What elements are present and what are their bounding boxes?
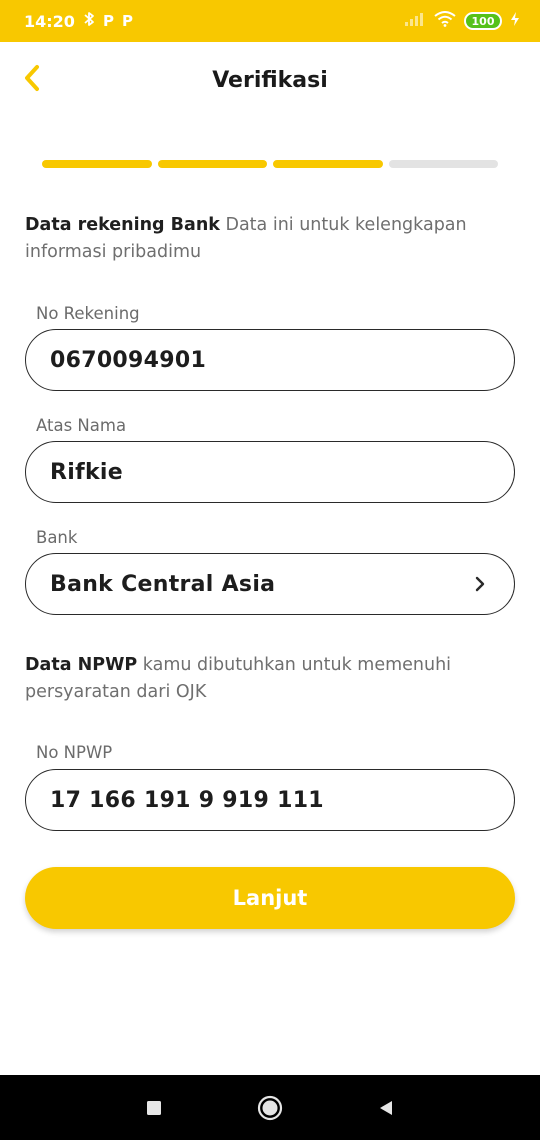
progress-step [157, 160, 267, 168]
recent-apps-icon[interactable] [140, 1094, 168, 1122]
status-time: 14:20 [24, 11, 75, 31]
bank-intro: Data rekening Bank Data ini untuk keleng… [25, 212, 515, 266]
npwp-field[interactable]: 17 166 191 9 919 111 [25, 769, 515, 831]
wifi-icon [434, 11, 456, 31]
page-title: Verifikasi [212, 68, 328, 93]
account-number-label: No Rekening [36, 304, 140, 323]
system-nav-bar [0, 1075, 540, 1140]
bank-intro-title: Data rekening Bank [25, 215, 220, 235]
parking-icon: P [102, 12, 114, 30]
account-number-field[interactable]: 0670094901 [25, 329, 515, 391]
npwp-value: 17 166 191 9 919 111 [50, 787, 324, 813]
npwp-intro: Data NPWP kamu dibutuhkan untuk memenuhi… [25, 652, 515, 706]
chevron-right-icon [470, 574, 490, 594]
progress-step [273, 160, 383, 168]
bank-select[interactable]: Bank Central Asia [25, 553, 515, 615]
charging-icon [510, 11, 520, 31]
progress-step [42, 160, 152, 168]
bank-value: Bank Central Asia [50, 571, 276, 597]
home-icon[interactable] [256, 1094, 284, 1122]
status-right: 100 [404, 11, 520, 31]
status-bar: 14:20 P P 100 [0, 0, 540, 42]
signal-icon [404, 11, 426, 31]
progress-step [388, 160, 498, 168]
battery-icon: 100 [464, 12, 502, 30]
parking-icon: P [121, 12, 133, 30]
account-name-label: Atas Nama [36, 416, 127, 435]
header: Verifikasi [0, 42, 540, 120]
account-number-value: 0670094901 [50, 347, 207, 373]
step-progress [42, 160, 498, 168]
back-triangle-icon[interactable] [372, 1094, 400, 1122]
npwp-label: No NPWP [36, 743, 113, 762]
status-left: 14:20 P P [24, 11, 133, 31]
bank-label: Bank [36, 528, 78, 547]
account-name-value: Rifkie [50, 459, 123, 485]
continue-button[interactable]: Lanjut [25, 867, 515, 929]
account-name-field[interactable]: Rifkie [25, 441, 515, 503]
bluetooth-icon [83, 11, 95, 31]
npwp-intro-title: Data NPWP [25, 655, 138, 675]
